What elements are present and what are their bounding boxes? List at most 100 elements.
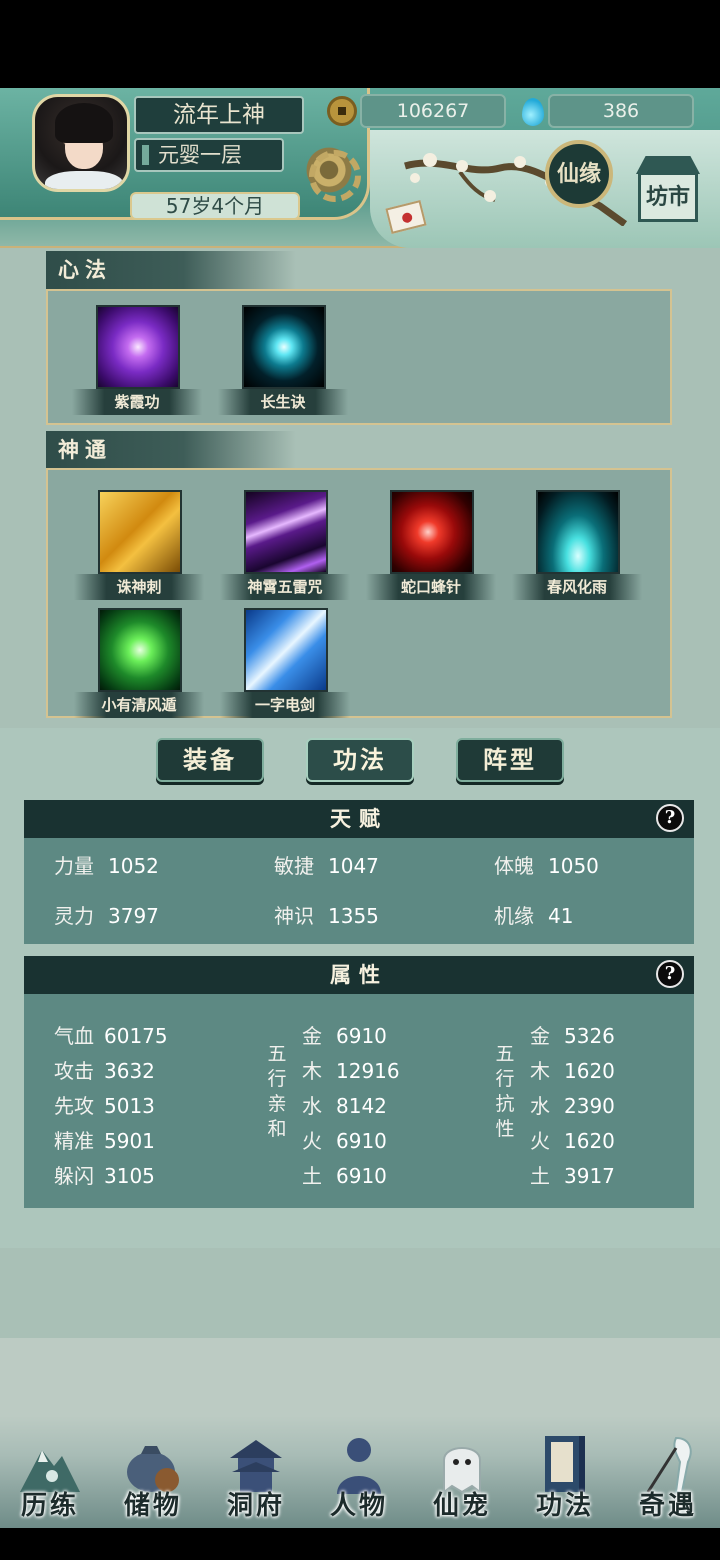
avatar-robe xyxy=(45,171,123,189)
stat-label: 灵力 xyxy=(54,904,94,928)
stat-row: 力量 1052 xyxy=(54,850,159,879)
market-button[interactable]: 坊市 xyxy=(632,156,704,228)
stat-value: 1052 xyxy=(108,854,159,878)
stat-value: 1355 xyxy=(328,904,379,928)
attribute-title: 属性 ? xyxy=(24,956,694,994)
skill-item[interactable]: 小有清风遁 xyxy=(74,608,204,718)
skill-label: 一字电剑 xyxy=(220,692,350,718)
person-icon xyxy=(337,1438,381,1494)
stat-row: 气血 60175 xyxy=(54,1020,168,1049)
xinfa-title: 心法 xyxy=(46,251,296,289)
skill-item[interactable]: 蛇口蜂针 xyxy=(366,490,496,600)
stat-row: 神识 1355 xyxy=(274,900,379,929)
nav-pet[interactable]: 仙宠 xyxy=(412,1428,512,1528)
skill-item[interactable]: 神霄五雷咒 xyxy=(220,490,350,600)
nav-label: 功法 xyxy=(535,1491,594,1521)
tab-formation[interactable]: 阵型 xyxy=(456,738,564,782)
stat-label: 金 xyxy=(302,1024,322,1048)
attribute-panel: 属性 ? 气血 60175 攻击 3632 先攻 5013 精准 5901 躲闪 3105… xyxy=(24,956,694,1208)
stat-value: 1620 xyxy=(564,1129,615,1153)
nav-encounter[interactable]: 奇遇 xyxy=(618,1428,718,1528)
stat-label: 气血 xyxy=(54,1024,94,1048)
stat-value: 3797 xyxy=(108,904,159,928)
lightning-icon xyxy=(244,490,328,574)
stat-row: 土 3917 xyxy=(530,1160,615,1189)
nav-training[interactable]: 历练 xyxy=(0,1428,100,1528)
spirit-drop-icon xyxy=(522,98,544,126)
skill-label: 诛神刺 xyxy=(74,574,204,600)
tab-equipment[interactable]: 装备 xyxy=(156,738,264,782)
xianyuan-button[interactable]: 仙缘 xyxy=(545,140,613,208)
nav-label: 历练 xyxy=(20,1491,79,1521)
coin-amount: 106267 xyxy=(360,94,506,128)
stat-value: 12916 xyxy=(336,1059,400,1083)
stat-value: 5326 xyxy=(564,1024,615,1048)
stat-label: 土 xyxy=(302,1164,322,1188)
gear-icon[interactable] xyxy=(303,144,361,202)
stat-label: 木 xyxy=(530,1059,550,1083)
copper-coin-icon xyxy=(327,96,357,126)
stat-row: 精准 5901 xyxy=(54,1125,155,1154)
stat-label: 机缘 xyxy=(494,904,534,928)
cyan-rain-icon xyxy=(536,490,620,574)
pagoda-icon xyxy=(230,1440,282,1492)
skill-item[interactable]: 一字电剑 xyxy=(220,608,350,718)
pouch-icon xyxy=(127,1446,179,1492)
attribute-help-button[interactable]: ? xyxy=(656,960,684,988)
stat-row: 先攻 5013 xyxy=(54,1090,155,1119)
stat-label: 攻击 xyxy=(54,1059,94,1083)
stat-value: 1620 xyxy=(564,1059,615,1083)
stat-label: 敏捷 xyxy=(274,854,314,878)
stat-value: 6910 xyxy=(336,1164,387,1188)
stat-label: 水 xyxy=(530,1094,550,1118)
skill-item[interactable]: 紫霞功 xyxy=(72,305,202,415)
stat-row: 水 8142 xyxy=(302,1090,387,1119)
stat-label: 体魄 xyxy=(494,854,534,878)
avatar[interactable] xyxy=(32,94,130,192)
purple-vortex-icon xyxy=(96,305,180,389)
xinfa-box: 紫霞功 长生诀 xyxy=(46,289,672,425)
stat-label: 金 xyxy=(530,1024,550,1048)
skill-label: 春风化雨 xyxy=(512,574,642,600)
talent-panel: 天赋 ? 力量 1052 敏捷 1047 体魄 1050 灵力 3797 神识 1355 … xyxy=(24,800,694,944)
stat-label: 精准 xyxy=(54,1129,94,1153)
skill-label: 长生诀 xyxy=(218,389,348,415)
stat-value: 3105 xyxy=(104,1164,155,1188)
character-screen: 流年上神 元婴一层 57岁4个月 106267 386 仙缘 坊市 心法 紫霞功 xyxy=(0,88,720,1528)
green-wind-icon xyxy=(98,608,182,692)
nav-label: 人物 xyxy=(329,1491,388,1521)
scroll-book-icon xyxy=(545,1436,585,1492)
stat-value: 60175 xyxy=(104,1024,168,1048)
stat-row: 土 6910 xyxy=(302,1160,387,1189)
talent-title: 天赋 ? xyxy=(24,800,694,838)
stat-value: 3632 xyxy=(104,1059,155,1083)
tab-skills[interactable]: 功法 xyxy=(306,738,414,782)
stat-value: 8142 xyxy=(336,1094,387,1118)
nav-label: 储物 xyxy=(123,1491,182,1521)
skill-item[interactable]: 春风化雨 xyxy=(512,490,642,600)
skill-item[interactable]: 长生诀 xyxy=(218,305,348,415)
nav-storage[interactable]: 储物 xyxy=(103,1428,203,1528)
realm-marker xyxy=(142,145,149,165)
nav-cave[interactable]: 洞府 xyxy=(206,1428,306,1528)
attribute-title-text: 属性 xyxy=(330,962,388,987)
stat-row: 火 1620 xyxy=(530,1125,615,1154)
spear-icon xyxy=(98,490,182,574)
stat-row: 躲闪 3105 xyxy=(54,1160,155,1189)
talent-help-button[interactable]: ? xyxy=(656,804,684,832)
stat-row: 金 6910 xyxy=(302,1020,387,1049)
stat-value: 2390 xyxy=(564,1094,615,1118)
stat-value: 6910 xyxy=(336,1024,387,1048)
cyan-orb-icon xyxy=(242,305,326,389)
stat-label: 木 xyxy=(302,1059,322,1083)
player-realm: 元婴一层 xyxy=(134,138,284,172)
skill-item[interactable]: 诛神刺 xyxy=(74,490,204,600)
ghost-pet-icon xyxy=(443,1447,481,1494)
stat-label: 力量 xyxy=(54,854,94,878)
header: 流年上神 元婴一层 57岁4个月 106267 386 仙缘 坊市 xyxy=(0,88,720,248)
shentong-title: 神通 xyxy=(46,431,296,469)
skill-label: 蛇口蜂针 xyxy=(366,574,496,600)
nav-character[interactable]: 人物 xyxy=(309,1428,409,1528)
stat-row: 木 12916 xyxy=(302,1055,400,1084)
nav-skills[interactable]: 功法 xyxy=(515,1428,615,1528)
